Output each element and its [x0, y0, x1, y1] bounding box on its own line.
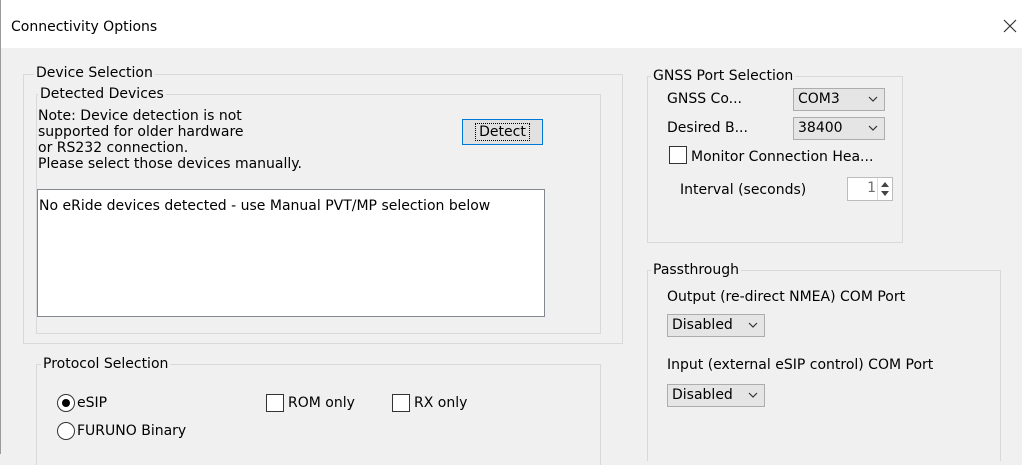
furuno-binary-radio[interactable] — [57, 422, 75, 440]
baud-value: 38400 — [798, 120, 843, 136]
baud-label: Desired B... — [667, 120, 748, 136]
spin-up-icon[interactable] — [881, 181, 889, 187]
interval-label: Interval (seconds) — [680, 182, 807, 198]
window-title: Connectivity Options — [11, 19, 158, 35]
passthrough-legend: Passthrough — [651, 262, 741, 278]
input-com-label: Input (external eSIP control) COM Port — [667, 357, 934, 373]
note-line-4: Please select those devices manually. — [38, 156, 303, 172]
output-com-value: Disabled — [672, 317, 733, 333]
interval-spin-buttons[interactable] — [877, 178, 892, 200]
gnss-com-select[interactable]: COM3 — [793, 88, 885, 111]
title-bar: Connectivity Options — [1, 0, 1022, 48]
esip-radio[interactable] — [57, 394, 75, 412]
output-com-select[interactable]: Disabled — [667, 314, 765, 337]
rx-only-checkbox[interactable] — [392, 394, 410, 412]
rom-only-checkbox[interactable] — [266, 394, 284, 412]
chevron-down-icon — [748, 392, 758, 398]
detected-devices-list[interactable]: No eRide devices detected - use Manual P… — [37, 189, 545, 317]
monitor-connection-checkbox[interactable] — [669, 146, 687, 164]
connectivity-options-dialog: Connectivity Options Device Selection De… — [0, 0, 1022, 465]
chevron-down-icon — [868, 125, 878, 131]
note-line-2: supported for older hardware — [38, 124, 244, 140]
protocol-selection-group — [36, 364, 601, 465]
chevron-down-icon — [868, 96, 878, 102]
interval-spinner[interactable]: 1 — [847, 177, 893, 201]
note-line-3: or RS232 connection. — [38, 140, 189, 156]
rom-only-label[interactable]: ROM only — [288, 395, 355, 411]
spin-down-icon[interactable] — [881, 191, 889, 197]
detect-button-label: Detect — [475, 123, 530, 141]
interval-value: 1 — [867, 180, 876, 196]
close-icon[interactable] — [1001, 17, 1019, 35]
furuno-binary-label[interactable]: FURUNO Binary — [77, 423, 186, 439]
chevron-down-icon — [748, 322, 758, 328]
baud-select[interactable]: 38400 — [793, 117, 885, 140]
rx-only-label[interactable]: RX only — [414, 395, 467, 411]
esip-radio-dot — [62, 399, 70, 407]
monitor-connection-label[interactable]: Monitor Connection Hea... — [691, 149, 873, 165]
gnss-port-selection-legend: GNSS Port Selection — [651, 68, 796, 84]
input-com-select[interactable]: Disabled — [667, 384, 765, 407]
esip-label[interactable]: eSIP — [77, 395, 107, 411]
detect-button[interactable]: Detect — [462, 119, 543, 145]
list-item[interactable]: No eRide devices detected - use Manual P… — [39, 198, 490, 214]
device-selection-legend: Device Selection — [34, 65, 155, 81]
input-com-value: Disabled — [672, 387, 733, 403]
note-line-1: Note: Device detection is not — [38, 108, 242, 124]
gnss-com-value: COM3 — [798, 91, 840, 107]
output-com-label: Output (re-direct NMEA) COM Port — [667, 289, 906, 305]
detected-devices-legend: Detected Devices — [38, 86, 166, 102]
protocol-selection-legend: Protocol Selection — [41, 356, 171, 372]
gnss-com-label: GNSS Co... — [667, 91, 742, 107]
